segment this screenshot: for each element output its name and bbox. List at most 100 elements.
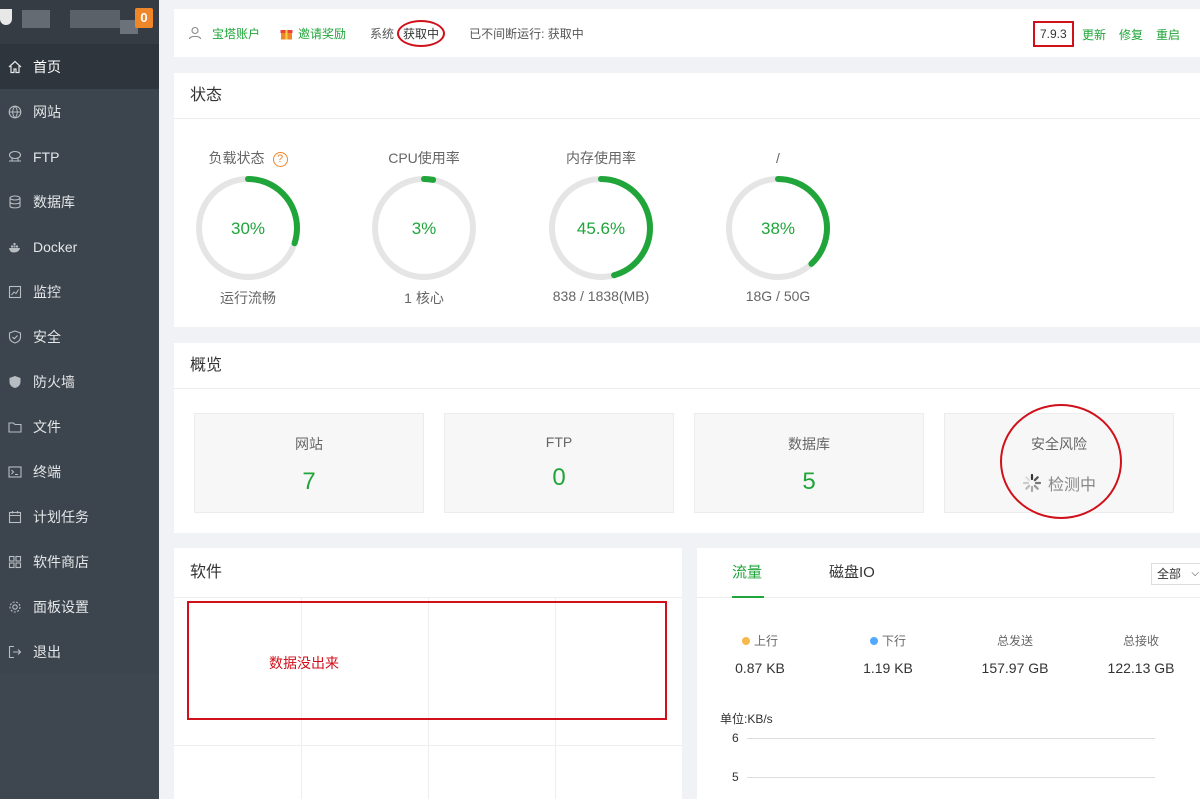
overview-value[interactable]: 7 <box>195 468 423 496</box>
traffic-card: 流量 磁盘IO 全部 ⌵ 上行 0.87 KB 下行 1.19 KB 总发送 1… <box>697 548 1200 799</box>
annotation-rectangle <box>187 601 667 720</box>
overview-label: 网站 <box>295 436 323 452</box>
uptime-text: 已不间断运行: 获取中 <box>469 26 584 41</box>
monitor-icon <box>8 285 22 299</box>
invite-link[interactable]: 邀请奖励 <box>298 25 346 42</box>
user-icon <box>188 26 202 40</box>
account-link[interactable]: 宝塔账户 <box>212 25 260 42</box>
sidebar-item-home[interactable]: 首页 <box>0 44 159 89</box>
sidebar-item-label: 安全 <box>33 328 61 345</box>
stat-value: 1.19 KB <box>863 660 913 676</box>
restart-link[interactable]: 重启 <box>1156 26 1180 43</box>
sidebar-item-label: 监控 <box>33 283 61 300</box>
sidebar-nav: 首页 网站 FTP 数据库 Docker 监控 安全 防火墙 文件 终端 计划任… <box>0 44 159 674</box>
system-value: 获取中 <box>397 19 446 47</box>
traffic-tabs: 流量 磁盘IO 全部 ⌵ <box>697 548 1200 598</box>
update-link[interactable]: 更新 <box>1082 26 1106 43</box>
stat-label: 总接收 <box>1122 634 1159 648</box>
sidebar-item-label: Docker <box>33 238 78 255</box>
gauge-ring: 30% <box>196 176 300 280</box>
gauge-title: / <box>776 150 780 166</box>
overview-website-box[interactable]: 网站 7 <box>194 413 424 513</box>
chart-gridline <box>747 738 1155 739</box>
stat-label: 上行 <box>753 634 778 648</box>
software-title: 软件 <box>174 548 682 598</box>
software-card: 软件 数据没出来 <box>174 548 682 799</box>
interface-select[interactable]: 全部 ⌵ <box>1151 563 1200 585</box>
gauge-subtitle: 18G / 50G <box>745 288 811 304</box>
overview-value[interactable]: 5 <box>695 468 923 496</box>
grid-icon <box>8 555 22 569</box>
stat-label: 下行 <box>881 634 906 648</box>
repair-link[interactable]: 修复 <box>1119 26 1143 43</box>
overview-ftp-box[interactable]: FTP 0 <box>444 413 674 513</box>
sidebar-item-cron[interactable]: 计划任务 <box>0 494 159 539</box>
sidebar-item-files[interactable]: 文件 <box>0 404 159 449</box>
gift-icon <box>280 29 293 39</box>
stat-upload: 上行 0.87 KB <box>705 632 815 676</box>
stat-total-received: 总接收 122.13 GB <box>1086 632 1196 676</box>
sidebar-item-label: 面板设置 <box>33 598 89 615</box>
active-tab-indicator <box>732 596 764 598</box>
gauge-title: 内存使用率 <box>566 150 636 166</box>
sidebar-item-label: 网站 <box>33 103 61 120</box>
status-card: 状态 负载状态? 30% 运行流畅 CPU使用率 3% 1 核心 内存使用率 4… <box>174 73 1200 327</box>
annotation-note: 数据没出来 <box>269 655 339 671</box>
cpu-gauge: CPU使用率 3% 1 核心 <box>344 148 504 308</box>
terminal-icon <box>8 465 22 479</box>
overview-label: FTP <box>545 434 573 450</box>
gauge-subtitle: 838 / 1838(MB) <box>552 288 650 304</box>
annotation-circle <box>1000 404 1122 519</box>
ftp-icon <box>8 150 22 164</box>
help-icon[interactable]: ? <box>272 152 288 167</box>
blurred-hostname <box>70 10 120 28</box>
sidebar-item-website[interactable]: 网站 <box>0 89 159 134</box>
upload-dot <box>741 637 750 645</box>
logout-icon <box>8 645 22 659</box>
stat-value: 0.87 KB <box>735 660 785 676</box>
tab-traffic[interactable]: 流量 <box>732 548 762 598</box>
home-icon <box>8 60 22 74</box>
chart-gridline <box>747 777 1155 778</box>
gauge-ring: 38% <box>726 176 830 280</box>
sidebar-item-terminal[interactable]: 终端 <box>0 449 159 494</box>
overview-database-box[interactable]: 数据库 5 <box>694 413 924 513</box>
gauge-value: 38% <box>761 219 795 238</box>
overview-title: 概览 <box>174 343 1200 389</box>
sidebar-item-label: 计划任务 <box>33 508 89 525</box>
sidebar-item-settings[interactable]: 面板设置 <box>0 584 159 629</box>
tab-disk-io[interactable]: 磁盘IO <box>829 548 875 598</box>
memory-gauge: 内存使用率 45.6% 838 / 1838(MB) <box>521 148 681 304</box>
grid-divider <box>174 745 682 746</box>
overview-label: 数据库 <box>788 436 830 452</box>
sidebar-item-ftp[interactable]: FTP <box>0 134 159 179</box>
sidebar-item-label: FTP <box>33 148 60 165</box>
status-title: 状态 <box>174 73 1200 119</box>
sidebar-item-label: 首页 <box>33 58 61 75</box>
sidebar-item-security[interactable]: 安全 <box>0 314 159 359</box>
gauge-value: 3% <box>412 219 437 238</box>
notification-badge[interactable]: 0 <box>135 8 153 28</box>
sidebar: 0 首页 网站 FTP 数据库 Docker 监控 安全 防火墙 文件 终端 计… <box>0 0 159 799</box>
overview-card: 概览 网站 7 FTP 0 数据库 5 安全风险 检测中 <box>174 343 1200 533</box>
gauge-title: 负载状态 <box>208 150 265 166</box>
sidebar-item-label: 退出 <box>33 643 61 660</box>
chart-unit-label: 单位:KB/s <box>720 712 773 726</box>
sidebar-item-label: 终端 <box>33 463 61 480</box>
sidebar-item-appstore[interactable]: 软件商店 <box>0 539 159 584</box>
sidebar-item-database[interactable]: 数据库 <box>0 179 159 224</box>
sidebar-item-logout[interactable]: 退出 <box>0 629 159 674</box>
y-tick-label: 5 <box>732 770 739 784</box>
database-icon <box>8 194 22 209</box>
sidebar-item-firewall[interactable]: 防火墙 <box>0 359 159 404</box>
gauge-ring: 45.6% <box>549 176 653 280</box>
globe-icon <box>8 105 22 119</box>
overview-value[interactable]: 0 <box>445 464 673 492</box>
stat-value: 157.97 GB <box>981 660 1049 676</box>
sidebar-item-monitor[interactable]: 监控 <box>0 269 159 314</box>
sidebar-item-docker[interactable]: Docker <box>0 224 159 269</box>
version-badge[interactable]: 7.9.3 <box>1033 21 1074 47</box>
gauge-value: 45.6% <box>577 219 625 238</box>
gauge-title: CPU使用率 <box>388 150 460 166</box>
top-bar: 宝塔账户 邀请奖励 系统 获取中 已不间断运行: 获取中 7.9.3 更新 修复… <box>174 9 1200 57</box>
